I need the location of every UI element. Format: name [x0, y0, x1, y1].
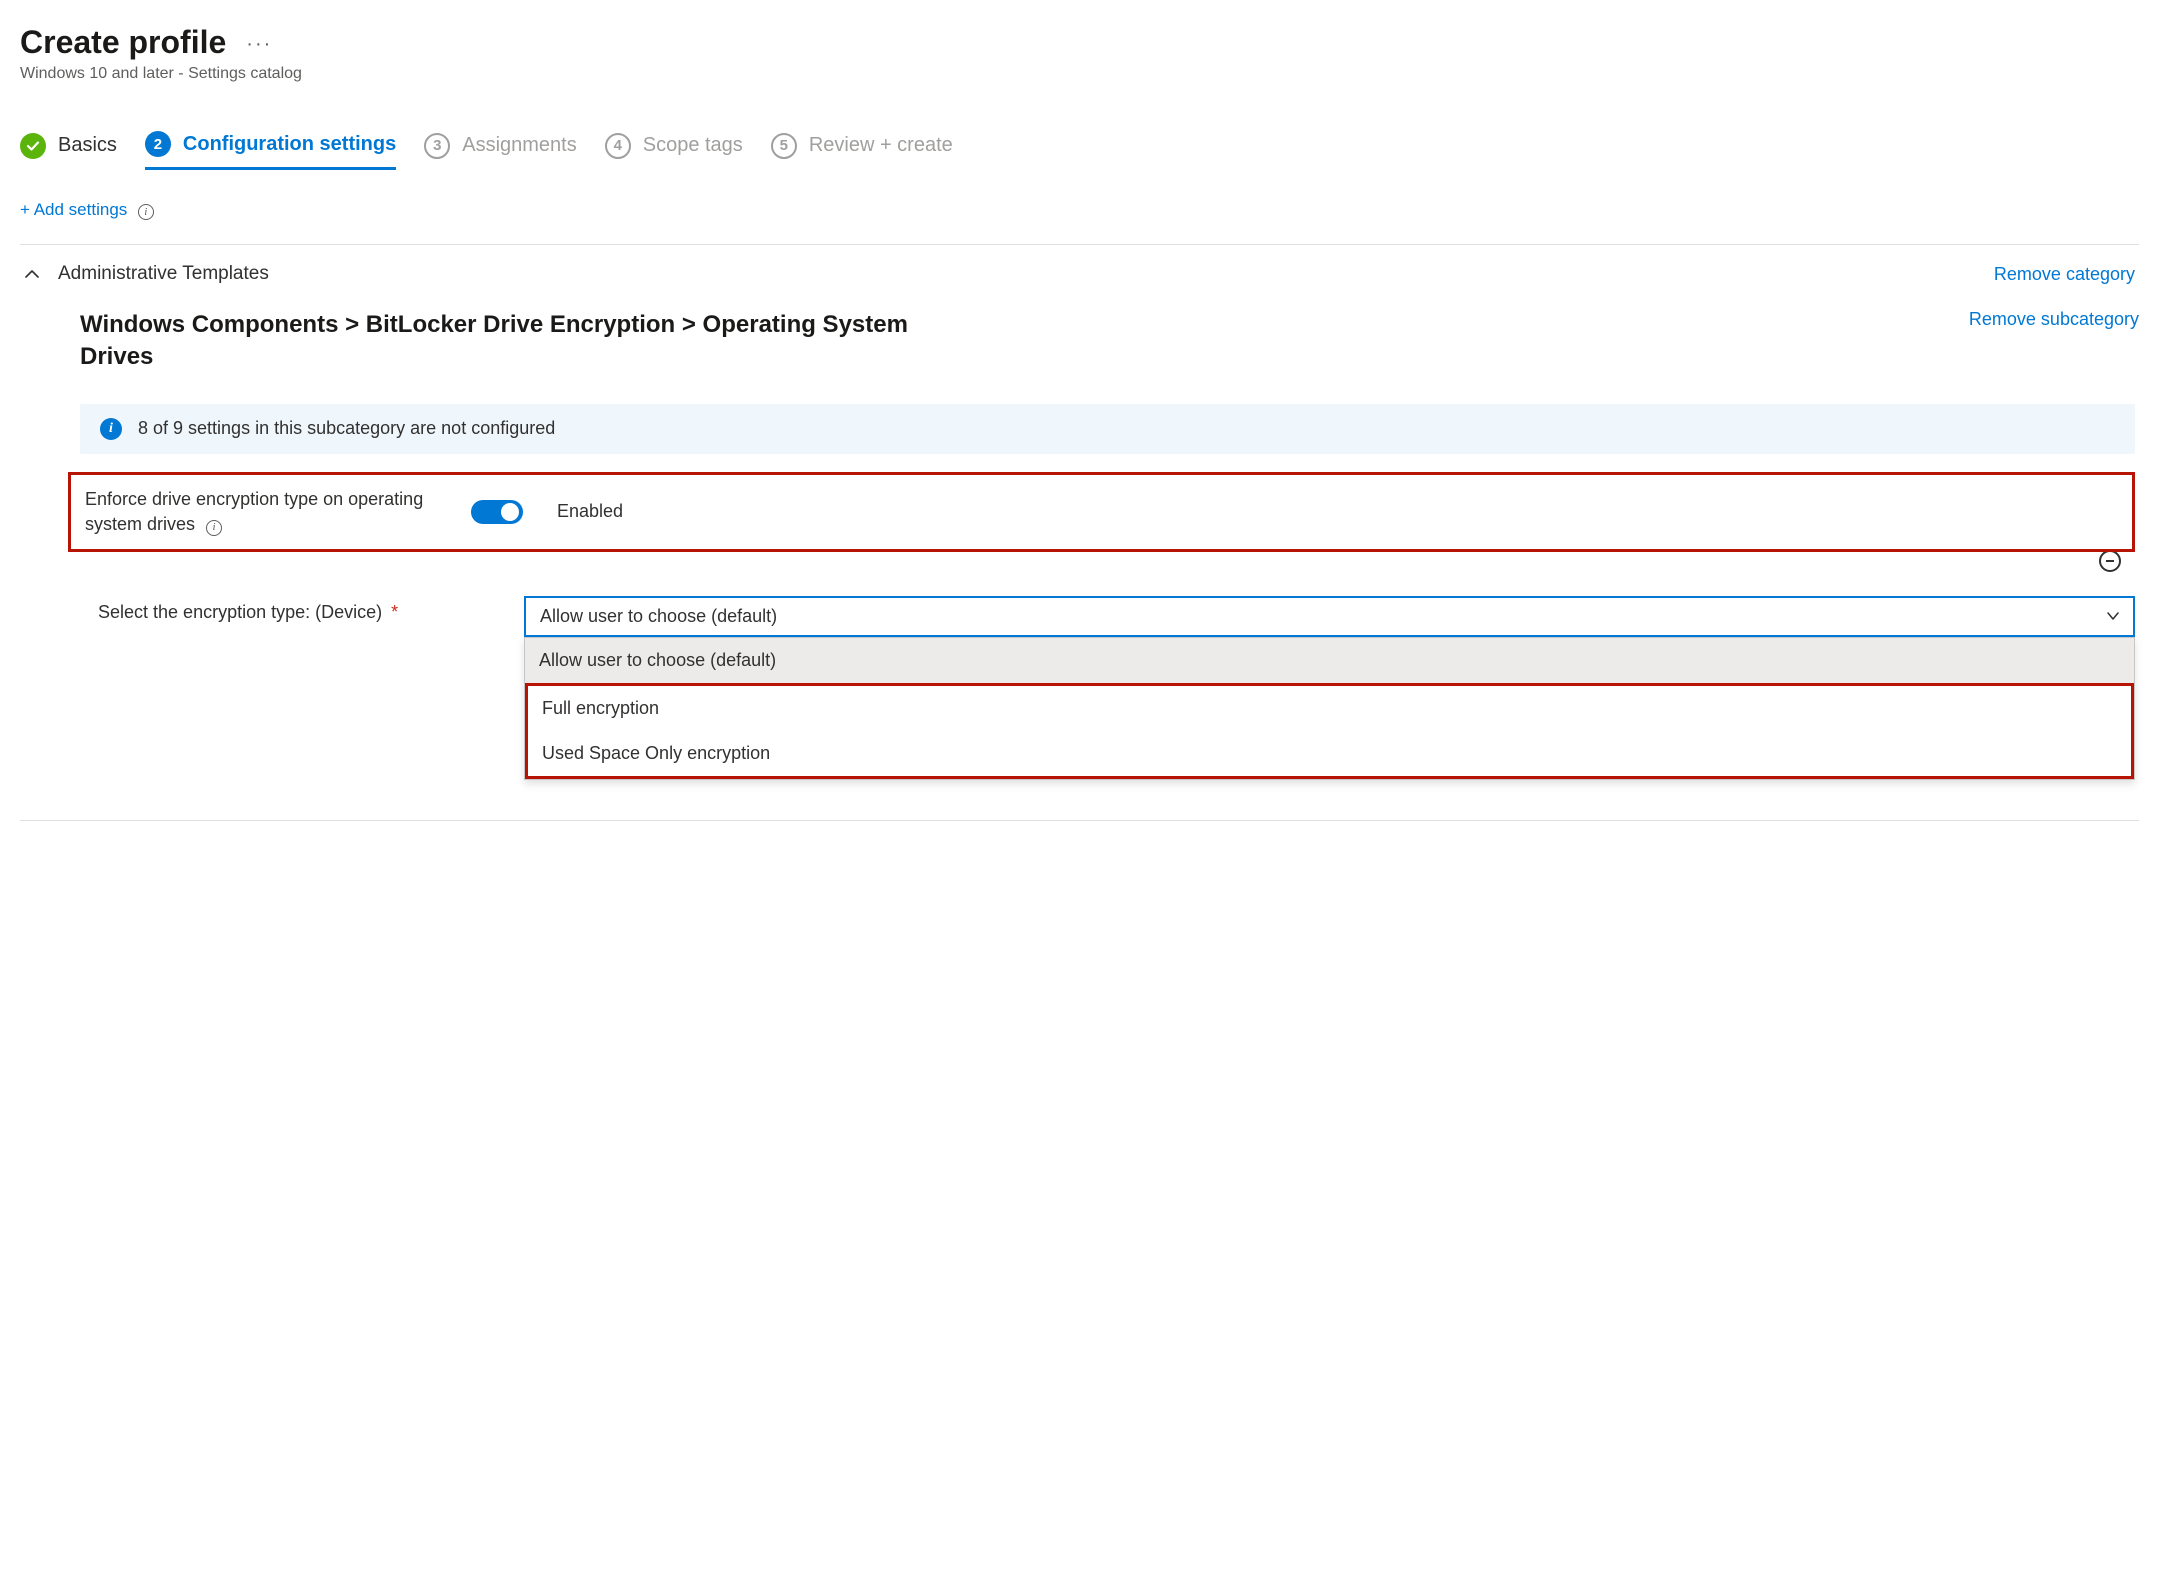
step-number-icon: 3	[424, 133, 450, 159]
wizard-step-assignments[interactable]: 3 Assignments	[424, 133, 577, 169]
info-icon: i	[100, 418, 122, 440]
dropdown-option-used-space-only[interactable]: Used Space Only encryption	[528, 731, 2131, 776]
subcategory-path: Windows Components > BitLocker Drive Enc…	[80, 309, 960, 374]
wizard-tabs: Basics 2 Configuration settings 3 Assign…	[20, 131, 2139, 170]
wizard-step-review[interactable]: 5 Review + create	[771, 133, 953, 169]
divider	[20, 244, 2139, 245]
step-number-icon: 2	[145, 131, 171, 157]
select-value: Allow user to choose (default)	[540, 606, 777, 626]
info-banner: i 8 of 9 settings in this subcategory ar…	[80, 404, 2135, 454]
checkmark-icon	[20, 133, 46, 159]
divider	[20, 820, 2139, 821]
toggle-knob	[501, 503, 519, 521]
setting-enforce-encryption-type: Enforce drive encryption type on operati…	[68, 472, 2135, 552]
add-settings-link[interactable]: + Add settings	[20, 200, 127, 219]
dropdown-option-full-encryption[interactable]: Full encryption	[528, 686, 2131, 731]
info-icon[interactable]: i	[138, 204, 154, 220]
wizard-step-scope-tags[interactable]: 4 Scope tags	[605, 133, 743, 169]
setting-label: Enforce drive encryption type on operati…	[85, 489, 423, 534]
toggle-state-label: Enabled	[557, 501, 623, 522]
page-subtitle: Windows 10 and later - Settings catalog	[20, 65, 2139, 83]
remove-setting-icon[interactable]	[2099, 550, 2121, 572]
remove-subcategory-link[interactable]: Remove subcategory	[1969, 309, 2139, 330]
step-number-icon: 4	[605, 133, 631, 159]
wizard-step-label: Basics	[58, 134, 117, 157]
info-banner-text: 8 of 9 settings in this subcategory are …	[138, 418, 555, 439]
info-icon[interactable]: i	[206, 520, 222, 536]
setting-toggle[interactable]	[471, 500, 523, 524]
wizard-step-configuration[interactable]: 2 Configuration settings	[145, 131, 396, 170]
remove-category-link[interactable]: Remove category	[1994, 264, 2135, 285]
step-number-icon: 5	[771, 133, 797, 159]
more-icon[interactable]: ···	[246, 29, 272, 56]
chevron-up-icon[interactable]	[24, 266, 40, 282]
select-encryption-type-label: Select the encryption type: (Device)	[98, 602, 382, 622]
encryption-type-dropdown: Allow user to choose (default) Full encr…	[524, 637, 2135, 780]
wizard-step-label: Configuration settings	[183, 133, 396, 156]
wizard-step-label: Scope tags	[643, 134, 743, 157]
encryption-type-select[interactable]: Allow user to choose (default)	[524, 596, 2135, 637]
dropdown-option-allow-user[interactable]: Allow user to choose (default)	[525, 638, 2134, 683]
wizard-step-basics[interactable]: Basics	[20, 133, 117, 169]
required-indicator: *	[391, 602, 398, 622]
wizard-step-label: Assignments	[462, 134, 577, 157]
category-name: Administrative Templates	[58, 263, 269, 285]
wizard-step-label: Review + create	[809, 134, 953, 157]
page-title: Create profile	[20, 24, 226, 61]
